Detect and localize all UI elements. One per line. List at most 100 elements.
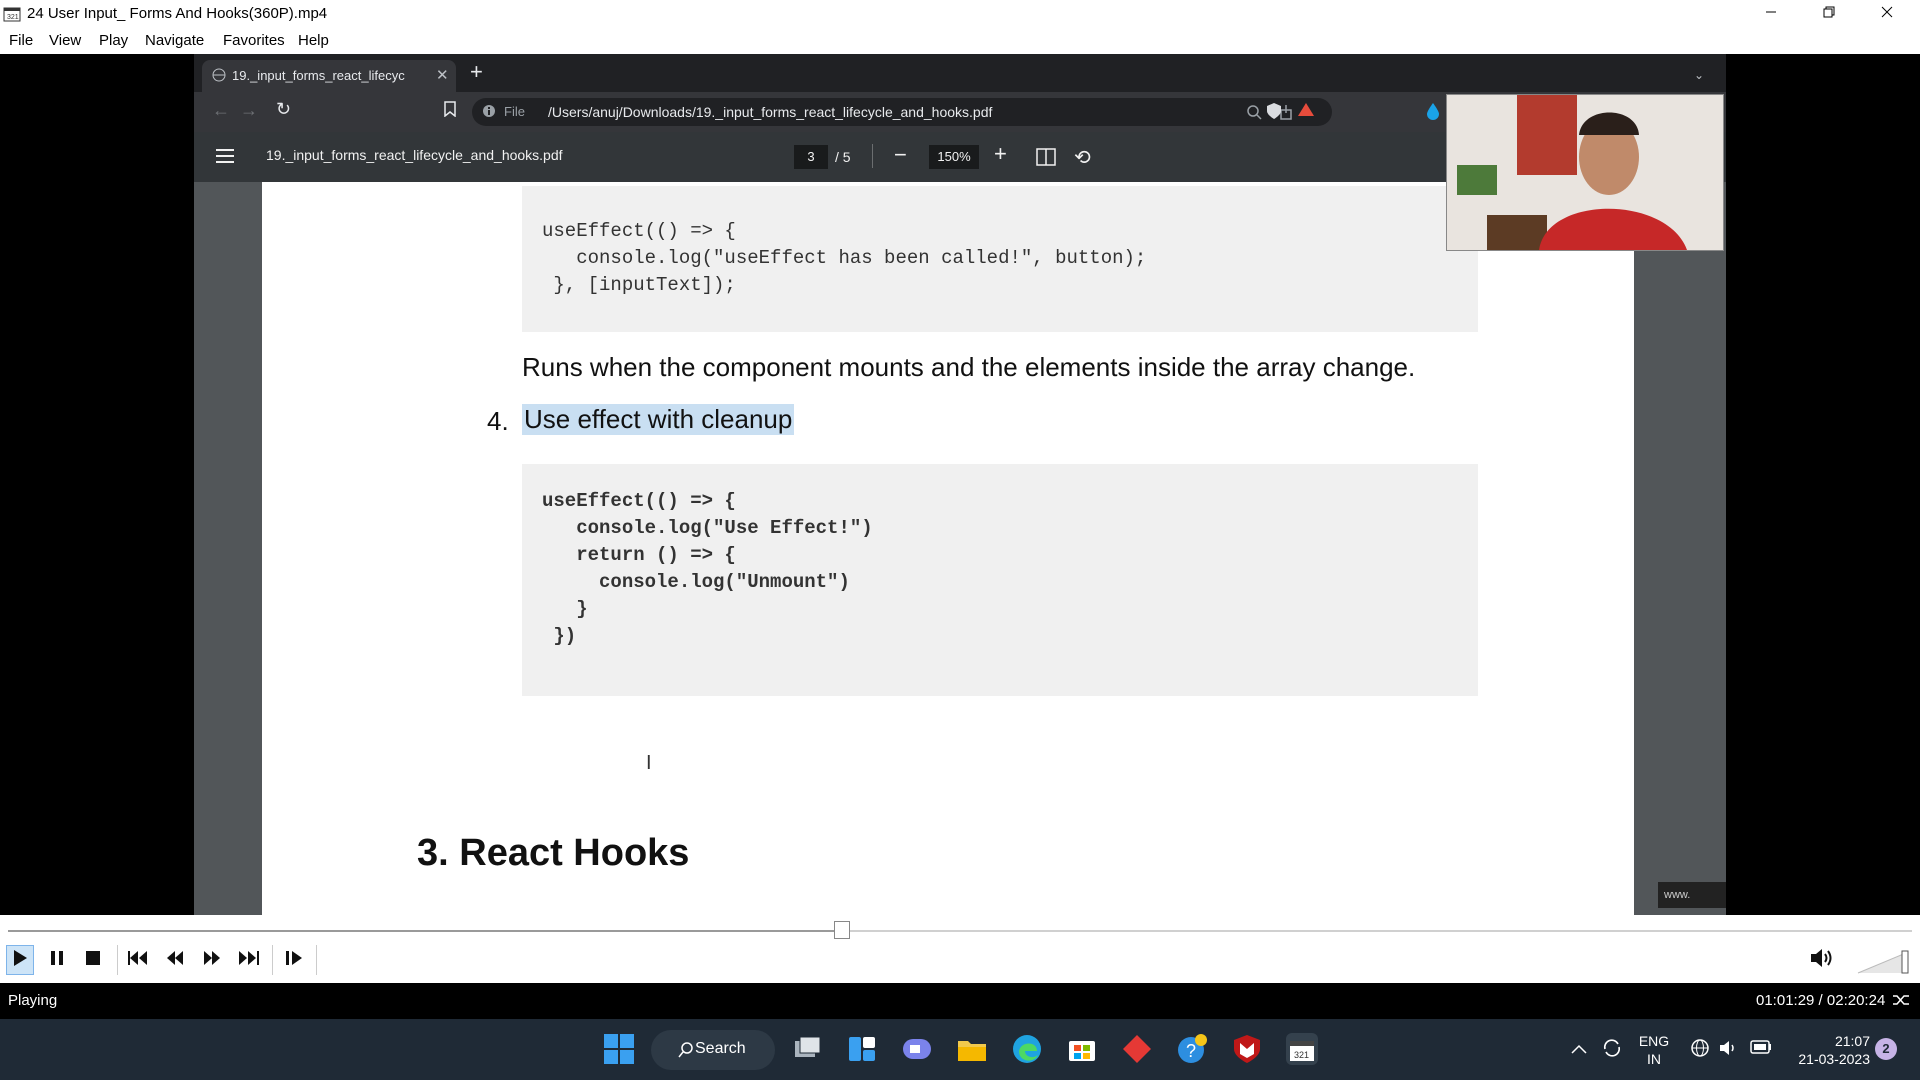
list-number: 4. <box>487 406 509 436</box>
mcafee-button[interactable] <box>1231 1033 1263 1065</box>
page-number-field: 3 <box>794 145 828 169</box>
teams-chat-button[interactable] <box>901 1033 933 1065</box>
fit-page-icon <box>1036 148 1056 171</box>
taskbar: Search ? 321 ENG IN 21:07 21-03-2023 2 <box>0 1019 1920 1080</box>
window-title: 24 User Input_ Forms And Hooks(360P).mp4 <box>27 5 328 22</box>
globe-icon <box>212 68 226 87</box>
rotate-icon: ⟲ <box>1074 147 1091 169</box>
browser-tab: 19._input_forms_react_lifecyc ✕ <box>202 60 456 92</box>
close-icon <box>1881 5 1893 23</box>
playback-status: Playing <box>8 992 58 1009</box>
language-indicator[interactable]: ENG IN <box>1634 1032 1674 1068</box>
title-bar: 321 24 User Input_ Forms And Hooks(360P)… <box>0 0 1920 28</box>
menu-view[interactable]: View <box>49 32 81 49</box>
address-bar: File /Users/anuj/Downloads/19._input_for… <box>472 98 1332 126</box>
zoom-icon <box>1246 104 1262 125</box>
folder-icon <box>956 1041 988 1069</box>
taskbar-search[interactable]: Search <box>651 1030 775 1070</box>
play-button[interactable] <box>6 945 34 975</box>
battery-icon[interactable] <box>1750 1040 1772 1059</box>
menu-play[interactable]: Play <box>99 32 128 49</box>
clock-date: 21-03-2023 <box>1798 1051 1870 1067</box>
page-total: / 5 <box>835 149 851 165</box>
store-button[interactable] <box>1066 1033 1098 1065</box>
widgets-button[interactable] <box>846 1033 878 1065</box>
media-player-icon: 321 <box>1286 1041 1318 1069</box>
tab-title: 19._input_forms_react_lifecyc <box>232 68 405 83</box>
menu-file[interactable]: File <box>9 32 33 49</box>
minimize-button[interactable] <box>1742 0 1800 28</box>
tab-close-icon: ✕ <box>436 67 449 84</box>
start-button[interactable] <box>603 1033 635 1065</box>
status-bar: Playing 01:01:29 / 02:20:24 <box>0 983 1920 1019</box>
volume-slider[interactable] <box>1856 949 1912 980</box>
shield-icon <box>1231 1035 1263 1069</box>
zoom-level: 150% <box>929 145 979 169</box>
minimize-icon <box>1765 5 1777 23</box>
rewind-icon <box>166 950 184 970</box>
text-cursor-icon: I <box>646 752 652 774</box>
url-text: /Users/anuj/Downloads/19._input_forms_re… <box>548 104 993 120</box>
edge-icon <box>1011 1035 1043 1069</box>
rewind-button[interactable] <box>161 945 189 975</box>
clock[interactable]: 21:07 21-03-2023 <box>1786 1032 1870 1068</box>
restore-icon <box>1823 5 1835 23</box>
video-area[interactable]: 19._input_forms_react_lifecyc ✕ + ⌄ ← → … <box>0 54 1920 915</box>
app-button[interactable] <box>1121 1033 1153 1065</box>
volume-button[interactable] <box>1810 945 1838 975</box>
time-display: 01:01:29 / 02:20:24 <box>1756 992 1886 1009</box>
edge-button[interactable] <box>1011 1033 1043 1065</box>
chevron-up-icon[interactable] <box>1571 1041 1587 1059</box>
region-code: IN <box>1647 1051 1661 1067</box>
frame-step-button[interactable] <box>281 945 309 975</box>
language-code: ENG <box>1638 1033 1670 1049</box>
sync-icon[interactable] <box>1601 1037 1623 1064</box>
next-button[interactable] <box>235 945 263 975</box>
speaker-icon[interactable] <box>1718 1038 1738 1063</box>
pdf-file-name: 19._input_forms_react_lifecycle_and_hook… <box>266 147 563 163</box>
store-icon <box>1066 1041 1098 1069</box>
divider <box>272 945 273 975</box>
help-app-button[interactable]: ? <box>1176 1033 1208 1065</box>
seek-progress <box>8 930 842 932</box>
file-explorer-button[interactable] <box>956 1033 988 1065</box>
pause-icon <box>50 950 64 971</box>
seek-thumb[interactable] <box>834 921 850 939</box>
notification-badge[interactable]: 2 <box>1875 1038 1897 1060</box>
webcam-overlay <box>1446 94 1724 251</box>
shuffle-icon <box>1892 993 1910 1012</box>
svg-text:321: 321 <box>7 14 19 21</box>
close-button[interactable] <box>1858 0 1916 28</box>
play-icon <box>12 949 28 972</box>
menu-icon <box>216 149 234 168</box>
paragraph: Runs when the component mounts and the e… <box>522 352 1416 382</box>
menu-favorites[interactable]: Favorites <box>223 32 285 49</box>
bookmark-icon <box>444 101 456 122</box>
droplet-icon <box>1426 102 1440 125</box>
previous-button[interactable] <box>124 945 152 975</box>
info-icon <box>482 104 496 123</box>
volume-icon <box>1810 947 1838 974</box>
pause-button[interactable] <box>43 945 71 975</box>
forward-icon: → <box>240 100 258 120</box>
media-player-button[interactable]: 321 <box>1286 1033 1318 1065</box>
divider <box>117 945 118 975</box>
back-icon: ← <box>212 100 230 120</box>
divider <box>316 945 317 975</box>
code-text: useEffect(() => { console.log("useEffect… <box>542 220 1147 296</box>
task-view-icon <box>791 1036 823 1069</box>
menu-help[interactable]: Help <box>298 32 329 49</box>
shield-icon <box>1266 102 1282 125</box>
stop-button[interactable] <box>79 945 107 975</box>
search-label: Search <box>695 1040 746 1057</box>
help-icon: ? <box>1176 1034 1208 1069</box>
menu-navigate[interactable]: Navigate <box>145 32 204 49</box>
code-block: useEffect(() => { console.log("useEffect… <box>522 186 1478 332</box>
watermark: www. <box>1658 882 1726 908</box>
network-icon[interactable] <box>1690 1038 1710 1063</box>
fast-forward-button[interactable] <box>198 945 226 975</box>
task-view-button[interactable] <box>791 1033 823 1065</box>
clock-time: 21:07 <box>1834 1033 1870 1049</box>
restore-button[interactable] <box>1800 0 1858 28</box>
widgets-icon <box>846 1037 878 1069</box>
